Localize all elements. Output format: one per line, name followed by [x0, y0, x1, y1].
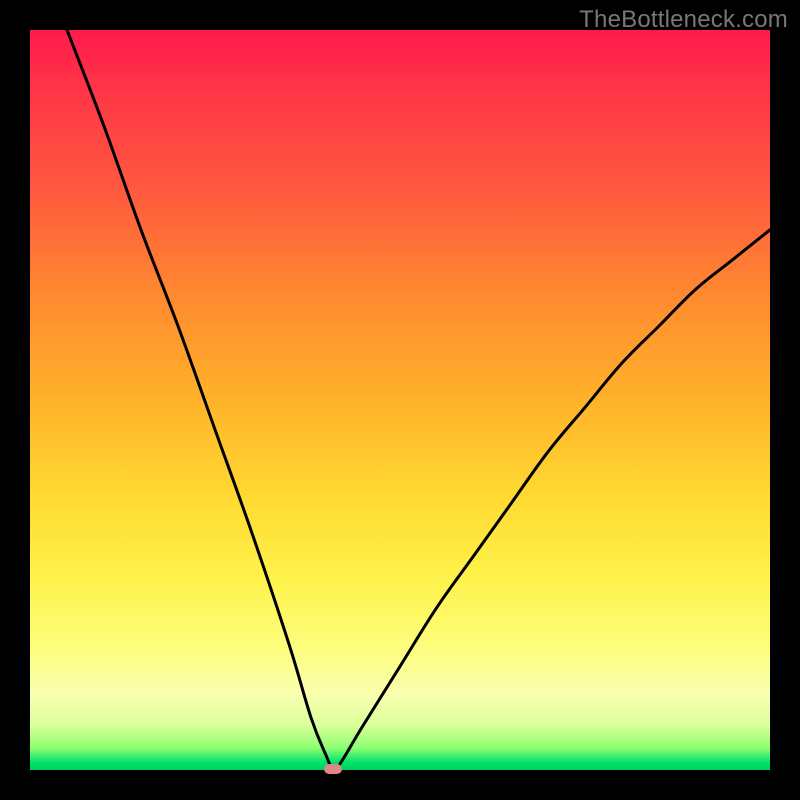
- plot-area: [30, 30, 770, 770]
- minimum-marker: [324, 764, 342, 774]
- bottleneck-curve: [30, 30, 770, 770]
- chart-frame: TheBottleneck.com: [0, 0, 800, 800]
